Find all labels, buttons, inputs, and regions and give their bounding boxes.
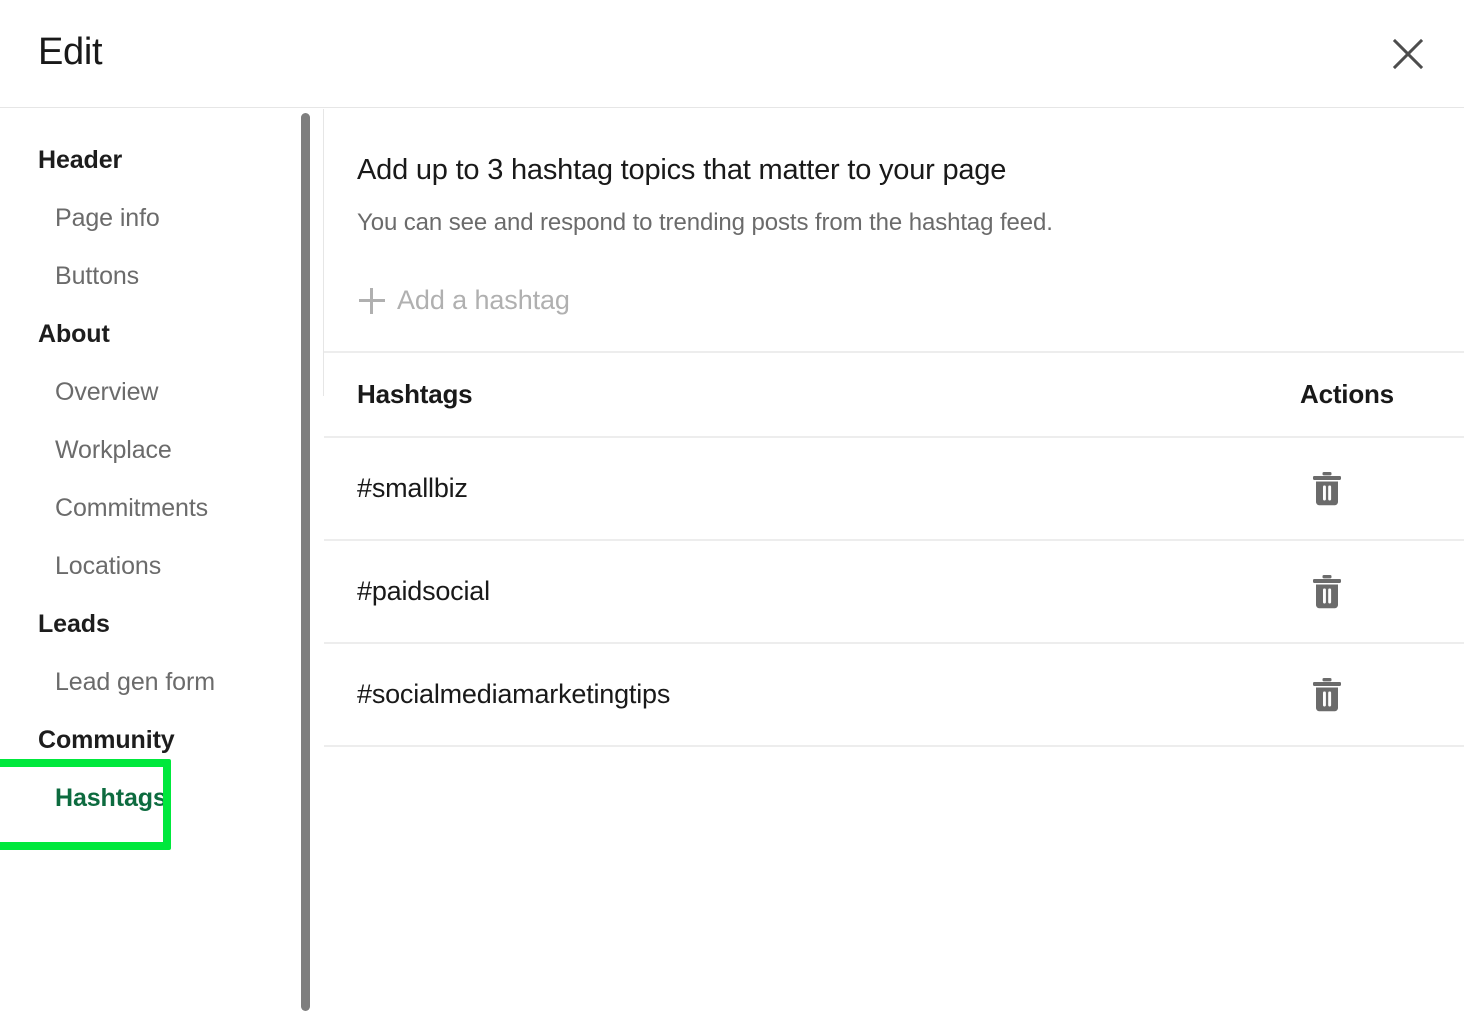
close-icon bbox=[1391, 37, 1425, 71]
sidebar-item-overview[interactable]: Overview bbox=[0, 363, 310, 421]
sidebar-item-page-info[interactable]: Page info bbox=[0, 189, 310, 247]
sidebar-item-workplace[interactable]: Workplace bbox=[0, 421, 310, 479]
column-header-hashtags: Hashtags bbox=[357, 379, 473, 409]
hashtag-value: #paidsocial bbox=[357, 576, 490, 606]
table-empty-space bbox=[324, 747, 1464, 857]
page-title: Edit bbox=[38, 31, 103, 73]
trash-icon bbox=[1310, 677, 1344, 713]
row-actions bbox=[1274, 671, 1464, 719]
sidebar-scrollbar[interactable] bbox=[296, 109, 312, 1011]
delete-hashtag-button[interactable] bbox=[1304, 465, 1350, 513]
table-row: #paidsocial bbox=[324, 541, 1464, 644]
sidebar-item-buttons[interactable]: Buttons bbox=[0, 247, 310, 305]
panel-subheading: You can see and respond to trending post… bbox=[357, 209, 1053, 236]
trash-icon bbox=[1310, 471, 1344, 507]
hashtags-table: Hashtags Actions #smallbiz #paidsocial #soci… bbox=[324, 353, 1464, 747]
table-row: #smallbiz bbox=[324, 438, 1464, 541]
sidebar-section-about: About bbox=[38, 320, 110, 348]
table-header-row: Hashtags Actions bbox=[324, 353, 1464, 438]
hashtag-value: #smallbiz bbox=[357, 473, 468, 503]
sidebar-section-header: Header bbox=[38, 146, 123, 174]
hashtags-panel: Add up to 3 hashtag topics that matter t… bbox=[324, 109, 1464, 1011]
close-button[interactable] bbox=[1380, 26, 1436, 82]
sidebar-item-commitments[interactable]: Commitments bbox=[0, 479, 310, 537]
delete-hashtag-button[interactable] bbox=[1304, 671, 1350, 719]
plus-icon bbox=[359, 287, 385, 314]
hashtag-value: #socialmediamarketingtips bbox=[357, 679, 671, 709]
delete-hashtag-button[interactable] bbox=[1304, 568, 1350, 616]
sidebar-item-lead-gen-form[interactable]: Lead gen form bbox=[0, 653, 310, 711]
column-header-actions: Actions bbox=[1300, 379, 1394, 409]
sidebar-list: Header Page info Buttons About Overview Workp… bbox=[0, 109, 310, 850]
add-hashtag-row: Add a hashtag bbox=[324, 239, 1464, 322]
table-row: #socialmediamarketingtips bbox=[324, 644, 1464, 747]
modal-header: Edit bbox=[0, 0, 1464, 108]
sidebar-section-leads: Leads bbox=[38, 610, 110, 638]
row-actions bbox=[1274, 568, 1464, 616]
trash-icon bbox=[1310, 574, 1344, 610]
sidebar-section-community: Community bbox=[38, 726, 175, 754]
add-hashtag-button[interactable]: Add a hashtag bbox=[355, 279, 574, 322]
sidebar-scrollbar-thumb[interactable] bbox=[301, 113, 310, 1011]
sidebar-nav: Header Page info Buttons About Overview Workp… bbox=[0, 109, 310, 1011]
modal-body: Header Page info Buttons About Overview Workp… bbox=[0, 109, 1464, 1011]
add-hashtag-label: Add a hashtag bbox=[397, 285, 570, 315]
edit-modal: Edit Header Page info Buttons About Overview… bbox=[0, 0, 1464, 1011]
panel-heading: Add up to 3 hashtag topics that matter t… bbox=[357, 154, 1007, 186]
sidebar-item-locations[interactable]: Locations bbox=[0, 537, 310, 595]
sidebar-item-hashtags[interactable]: Hashtags bbox=[0, 759, 310, 850]
row-actions bbox=[1274, 465, 1464, 513]
